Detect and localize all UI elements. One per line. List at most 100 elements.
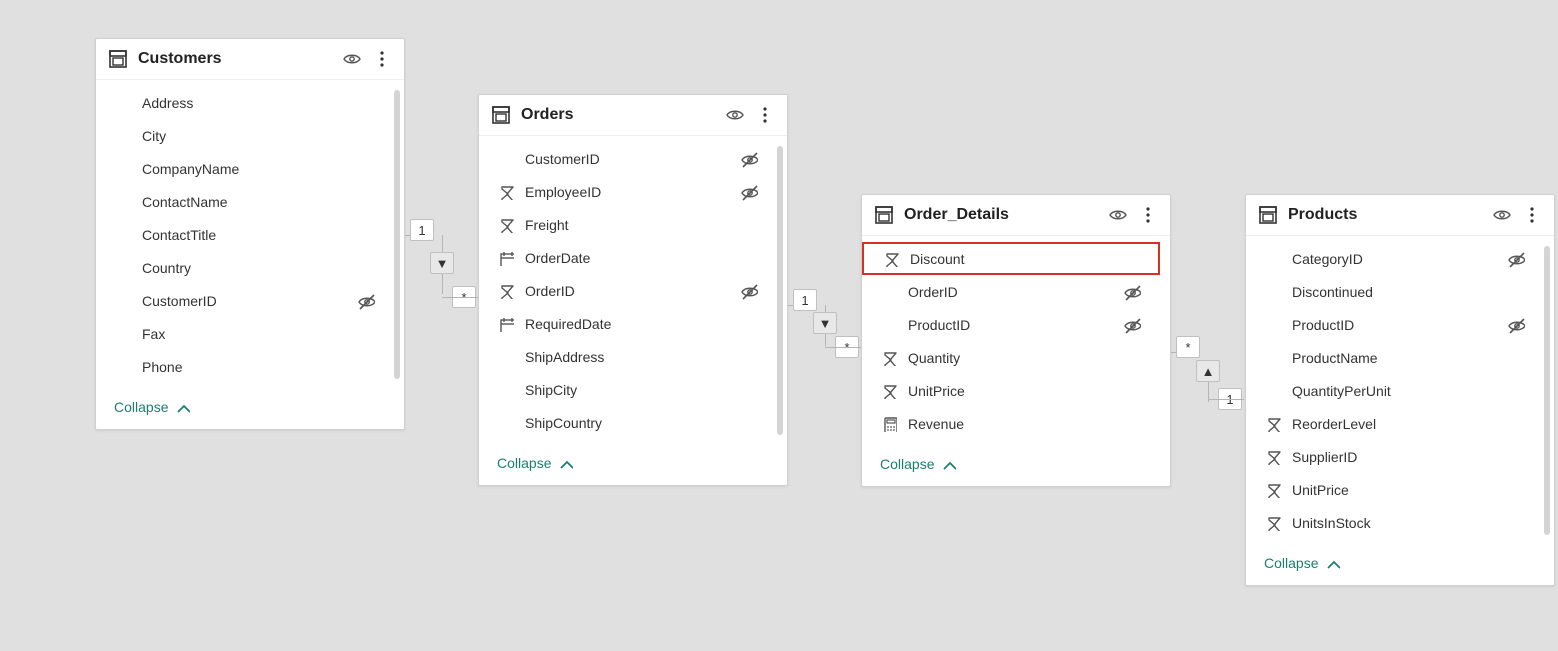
table-orders[interactable]: Orders CustomerIDEmployeeIDFreightOrderD… xyxy=(478,94,788,486)
table-header[interactable]: Customers xyxy=(96,39,404,80)
field-row[interactable]: ProductID xyxy=(862,308,1160,341)
field-row[interactable]: ReorderLevel xyxy=(1246,407,1544,440)
field-row[interactable]: ShipAddress xyxy=(479,340,777,373)
cardinality-one: 1 xyxy=(410,219,434,241)
blank-icon xyxy=(497,414,515,432)
field-name: ReorderLevel xyxy=(1292,416,1496,432)
field-row[interactable]: UnitPrice xyxy=(862,374,1160,407)
field-row[interactable]: ContactName xyxy=(96,185,394,218)
field-row[interactable]: CategoryID xyxy=(1246,242,1544,275)
cardinality-many: * xyxy=(1176,336,1200,358)
collapse-button[interactable]: Collapse xyxy=(880,456,956,472)
date-icon xyxy=(497,249,515,267)
field-row[interactable]: Discount xyxy=(862,242,1160,275)
scrollbar[interactable] xyxy=(394,90,400,379)
field-row[interactable]: OrderID xyxy=(479,274,777,307)
field-name: Quantity xyxy=(908,350,1112,366)
blank-icon xyxy=(1264,250,1282,268)
field-row[interactable]: Quantity xyxy=(862,341,1160,374)
field-row[interactable]: Discontinued xyxy=(1246,275,1544,308)
field-name: Address xyxy=(142,95,346,111)
field-row[interactable]: Freight xyxy=(479,208,777,241)
field-row[interactable]: Phone xyxy=(96,350,394,383)
table-customers[interactable]: Customers Address City CompanyName ContactN… xyxy=(95,38,405,430)
field-row[interactable]: Address xyxy=(96,86,394,119)
hidden-icon[interactable] xyxy=(1506,250,1526,268)
hidden-icon[interactable] xyxy=(1506,316,1526,334)
field-name: ProductID xyxy=(1292,317,1496,333)
table-order-details[interactable]: Order_Details Discount OrderIDProductID Qu… xyxy=(861,194,1171,487)
blank-icon xyxy=(497,150,515,168)
blank-icon xyxy=(114,325,132,343)
hidden-icon[interactable] xyxy=(739,183,759,201)
field-name: City xyxy=(142,128,346,144)
visibility-icon[interactable] xyxy=(342,49,362,69)
field-row[interactable]: ShipCountry xyxy=(479,406,777,439)
field-name: UnitsInStock xyxy=(1292,515,1496,531)
visibility-icon[interactable] xyxy=(1492,205,1512,225)
blank-icon xyxy=(1264,316,1282,334)
field-row[interactable]: CompanyName xyxy=(96,152,394,185)
table-header[interactable]: Products xyxy=(1246,195,1554,236)
scrollbar[interactable] xyxy=(1544,246,1550,535)
field-name: CompanyName xyxy=(142,161,346,177)
field-row[interactable]: City xyxy=(96,119,394,152)
field-row[interactable]: ProductID xyxy=(1246,308,1544,341)
sum-icon xyxy=(880,382,898,400)
collapse-button[interactable]: Collapse xyxy=(114,399,190,415)
relationship-line xyxy=(825,334,826,346)
table-products[interactable]: Products CategoryID Discontinued ProductID… xyxy=(1245,194,1555,586)
more-icon[interactable] xyxy=(755,105,775,125)
field-row[interactable]: CustomerID xyxy=(479,142,777,175)
field-row[interactable]: ProductName xyxy=(1246,341,1544,374)
field-row[interactable]: UnitPrice xyxy=(1246,473,1544,506)
field-name: Discount xyxy=(910,251,1110,267)
collapse-button[interactable]: Collapse xyxy=(497,455,573,471)
field-name: Discontinued xyxy=(1292,284,1496,300)
table-header[interactable]: Orders xyxy=(479,95,787,136)
chevron-up-icon xyxy=(557,455,573,471)
field-row[interactable]: Fax xyxy=(96,317,394,350)
table-header[interactable]: Order_Details xyxy=(862,195,1170,236)
hidden-icon[interactable] xyxy=(739,150,759,168)
field-row[interactable]: UnitsInStock xyxy=(1246,506,1544,539)
visibility-icon[interactable] xyxy=(725,105,745,125)
relationship-line xyxy=(1208,399,1244,400)
field-row[interactable]: ContactTitle xyxy=(96,218,394,251)
field-row[interactable]: CustomerID xyxy=(96,284,394,317)
sum-icon xyxy=(497,216,515,234)
field-row[interactable]: EmployeeID xyxy=(479,175,777,208)
cardinality-one: 1 xyxy=(793,289,817,311)
more-icon[interactable] xyxy=(1138,205,1158,225)
more-icon[interactable] xyxy=(372,49,392,69)
field-row[interactable]: OrderID xyxy=(862,275,1160,308)
field-row[interactable]: SupplierID xyxy=(1246,440,1544,473)
hidden-icon[interactable] xyxy=(356,292,376,310)
more-icon[interactable] xyxy=(1522,205,1542,225)
field-name: ProductName xyxy=(1292,350,1496,366)
blank-icon xyxy=(114,160,132,178)
field-name: SupplierID xyxy=(1292,449,1496,465)
blank-icon xyxy=(880,316,898,334)
relationship-line xyxy=(442,297,478,298)
table-title: Customers xyxy=(138,50,332,68)
blank-icon xyxy=(114,94,132,112)
hidden-icon[interactable] xyxy=(1122,283,1142,301)
hidden-icon[interactable] xyxy=(739,282,759,300)
field-row[interactable]: OrderDate xyxy=(479,241,777,274)
field-row[interactable]: Country xyxy=(96,251,394,284)
field-row[interactable]: Revenue xyxy=(862,407,1160,440)
blank-icon xyxy=(880,283,898,301)
hidden-icon[interactable] xyxy=(1122,316,1142,334)
sum-icon xyxy=(497,183,515,201)
visibility-icon[interactable] xyxy=(1108,205,1128,225)
field-row[interactable]: QuantityPerUnit xyxy=(1246,374,1544,407)
filter-direction-icon: ▼ xyxy=(813,312,837,334)
scrollbar[interactable] xyxy=(777,146,783,435)
table-title: Products xyxy=(1288,206,1482,224)
collapse-button[interactable]: Collapse xyxy=(1264,555,1340,571)
blank-icon xyxy=(114,292,132,310)
date-icon xyxy=(497,315,515,333)
field-row[interactable]: RequiredDate xyxy=(479,307,777,340)
field-row[interactable]: ShipCity xyxy=(479,373,777,406)
